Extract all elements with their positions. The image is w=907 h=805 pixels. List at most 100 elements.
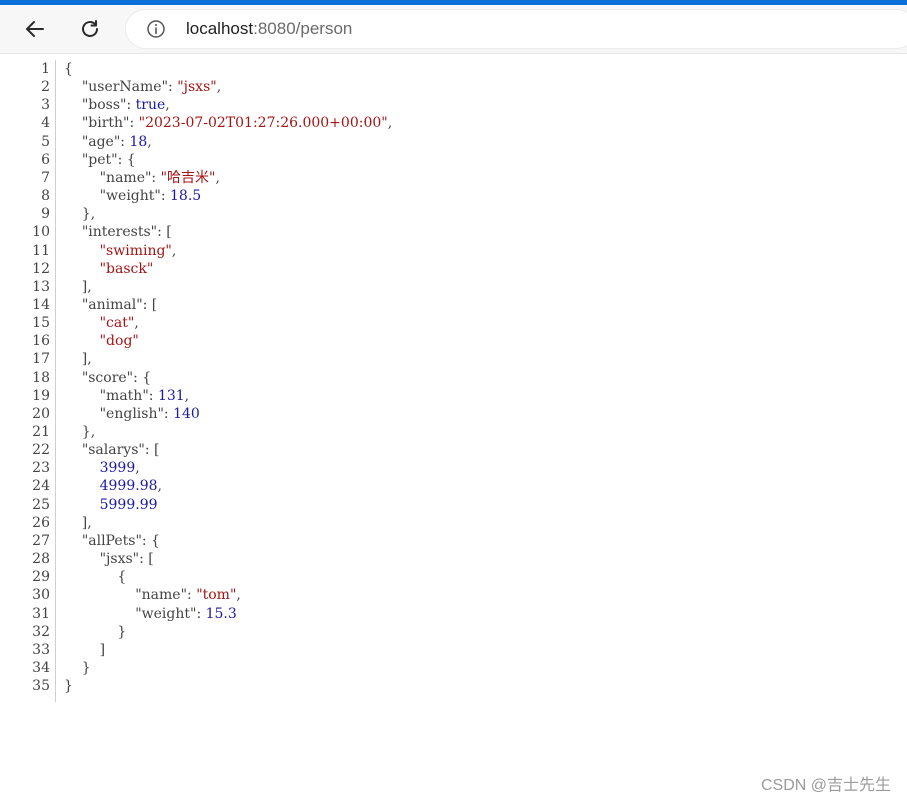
line-text: "name": "tom", (64, 586, 241, 604)
line-number: 35 (32, 678, 50, 695)
json-line: 28 "jsxs": [ (0, 550, 154, 568)
line-text: ], (64, 514, 92, 532)
json-line: 34 } (0, 659, 91, 677)
json-punctuation: : (168, 79, 178, 96)
json-string: "tom" (196, 587, 237, 604)
json-punctuation: : [ (157, 224, 172, 241)
json-punctuation: , (216, 79, 222, 96)
json-punctuation: : (126, 97, 136, 114)
json-number: 5999.99 (99, 496, 158, 513)
json-line: 17 ], (0, 350, 92, 368)
json-line: 19 "math": 131, (0, 387, 189, 405)
json-punctuation: , (135, 460, 140, 477)
json-line: 14 "animal": [ (0, 296, 157, 314)
json-line: 22 "salarys": [ (0, 441, 159, 459)
line-number: 24 (32, 478, 50, 495)
json-punctuation: : (151, 169, 161, 186)
json-punctuation: , (134, 315, 139, 332)
json-punctuation (64, 533, 82, 549)
url-text[interactable]: localhost:8080/person (186, 20, 352, 38)
json-punctuation (64, 460, 100, 476)
line-number: 17 (32, 351, 50, 368)
json-line: 15 "cat", (0, 314, 139, 332)
line-number: 13 (32, 278, 50, 295)
json-number: 15.3 (205, 605, 237, 622)
json-punctuation: ] (64, 641, 106, 658)
json-line: 5 "age": 18, (0, 133, 152, 151)
url-path: :8080/person (253, 19, 353, 38)
json-punctuation (64, 243, 100, 259)
json-punctuation: : { (141, 532, 160, 549)
json-line: 32 } (0, 623, 126, 641)
back-button[interactable] (18, 13, 52, 45)
json-key: "allPets" (81, 532, 142, 549)
json-line: 10 "interests": [ (0, 223, 172, 241)
json-number: 18.5 (170, 188, 202, 205)
line-number: 15 (32, 315, 50, 332)
json-key: "name" (99, 169, 152, 186)
json-punctuation (64, 134, 82, 150)
line-text: }, (64, 205, 95, 223)
json-key: "weight" (135, 605, 197, 622)
line-number: 30 (32, 587, 50, 604)
json-line: 4 "birth": "2023-07-02T01:27:26.000+00:0… (0, 114, 392, 132)
line-text: "swiming", (64, 242, 177, 260)
json-punctuation: , (387, 115, 393, 132)
line-text: "weight": 18.5 (64, 187, 202, 205)
line-number: 16 (32, 333, 50, 350)
arrow-left-icon (26, 21, 44, 37)
json-punctuation (64, 297, 82, 313)
json-line: 16 "dog" (0, 332, 139, 350)
address-bar[interactable]: localhost:8080/person (126, 10, 907, 48)
json-punctuation (64, 587, 135, 603)
json-key: "score" (81, 369, 134, 386)
json-punctuation: }, (64, 206, 96, 223)
reload-icon (82, 20, 98, 37)
reload-button[interactable] (73, 13, 107, 45)
json-punctuation: : (148, 387, 158, 404)
line-number: 9 (41, 206, 50, 223)
json-punctuation: : (187, 587, 197, 604)
json-punctuation: : (160, 188, 171, 205)
line-number: 26 (32, 514, 50, 531)
line-number: 3 (41, 97, 50, 114)
info-icon[interactable] (146, 19, 166, 39)
json-string: "basck" (99, 260, 154, 277)
line-text: }, (64, 423, 95, 441)
json-line: 30 "name": "tom", (0, 586, 241, 604)
watermark: CSDN @吉士先生 (760, 777, 891, 794)
json-number: 140 (173, 405, 200, 422)
line-text: "salarys": [ (64, 441, 160, 459)
json-punctuation (64, 188, 100, 204)
line-number: 25 (32, 496, 50, 513)
json-string: "swiming" (99, 242, 172, 259)
json-punctuation (64, 606, 135, 622)
json-punctuation: ], (64, 351, 92, 368)
line-text: "allPets": { (64, 532, 160, 550)
json-punctuation: , (165, 97, 170, 114)
line-number: 32 (32, 623, 50, 640)
line-text: 3999, (64, 459, 140, 477)
json-key: "boss" (81, 97, 127, 114)
json-punctuation (64, 152, 82, 168)
json-string: "cat" (99, 315, 135, 332)
line-text: 5999.99 (64, 496, 158, 514)
json-string: "2023-07-02T01:27:26.000+00:00" (138, 115, 388, 132)
line-number: 5 (41, 133, 50, 150)
json-punctuation: : (196, 605, 206, 622)
json-number: 18 (129, 133, 148, 150)
json-line: 1{ (0, 60, 73, 78)
json-punctuation: : (129, 115, 139, 132)
line-text: "userName": "jsxs", (64, 78, 221, 96)
line-number: 11 (32, 242, 50, 259)
json-line: 26 ], (0, 514, 92, 532)
json-punctuation: ], (64, 278, 92, 295)
json-punctuation (64, 261, 100, 277)
json-number: 131 (157, 387, 185, 404)
json-line: 33 ] (0, 641, 105, 659)
json-punctuation: : { (133, 369, 152, 386)
json-line: 29 { (0, 568, 126, 586)
json-punctuation: , (184, 387, 190, 404)
json-key: "salarys" (81, 442, 145, 459)
line-text: "interests": [ (64, 223, 172, 241)
